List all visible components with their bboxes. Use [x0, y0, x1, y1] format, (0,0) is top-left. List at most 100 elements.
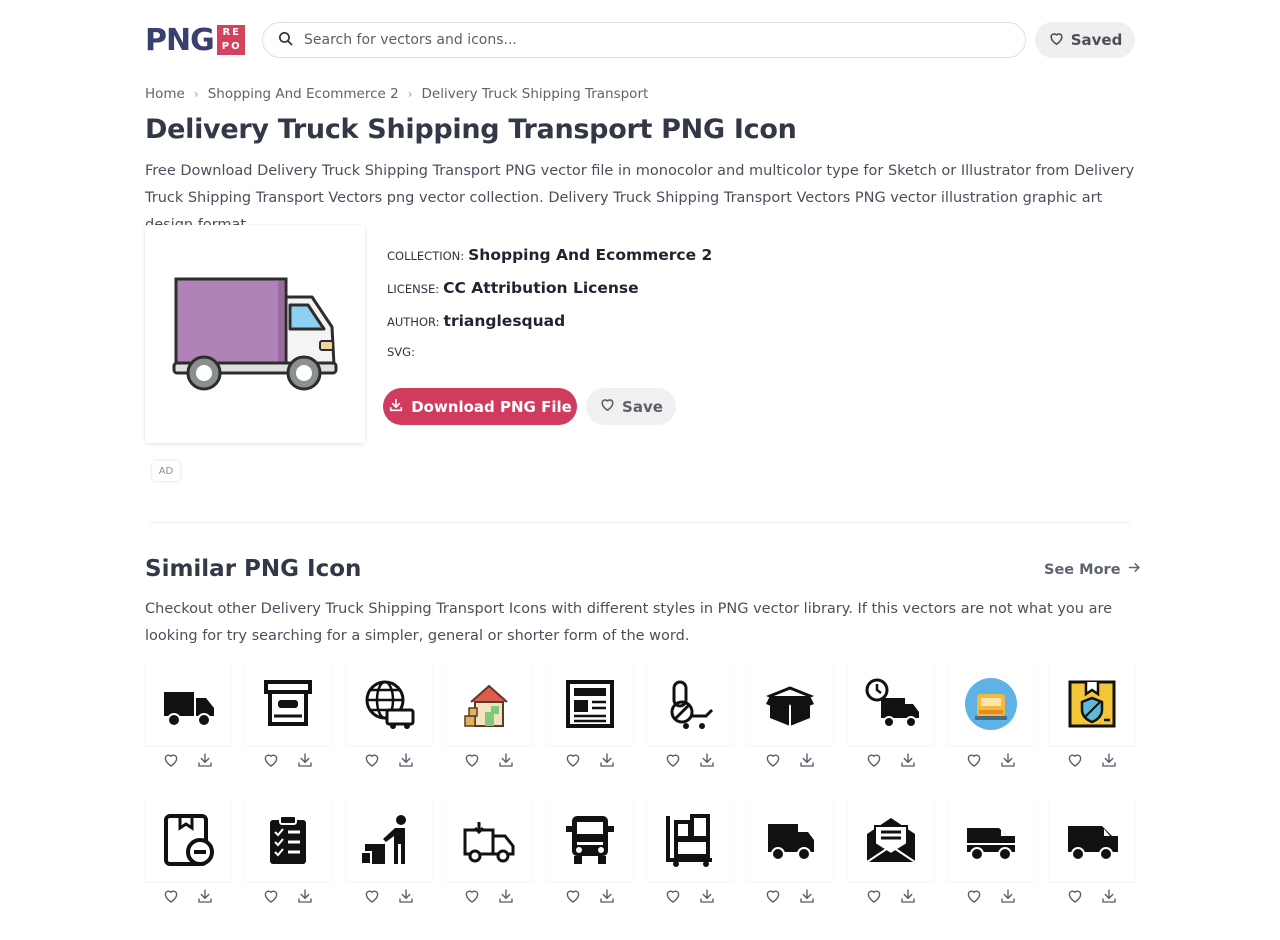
- similar-icon-image[interactable]: [747, 799, 834, 881]
- warehouse-cart-icon: [666, 814, 712, 867]
- heart-icon[interactable]: [254, 887, 288, 905]
- download-icon[interactable]: [590, 751, 624, 769]
- similar-icon-tile[interactable]: [446, 663, 533, 769]
- similar-icon-tile[interactable]: [948, 663, 1035, 769]
- similar-icon-tile[interactable]: [245, 663, 332, 769]
- download-icon[interactable]: [288, 887, 322, 905]
- heart-icon[interactable]: [656, 751, 690, 769]
- heart-icon[interactable]: [756, 887, 790, 905]
- heart-icon[interactable]: [154, 887, 188, 905]
- download-icon[interactable]: [1092, 887, 1126, 905]
- download-icon[interactable]: [188, 751, 222, 769]
- download-icon[interactable]: [489, 887, 523, 905]
- download-icon[interactable]: [288, 751, 322, 769]
- save-button[interactable]: Save: [586, 388, 676, 425]
- author-link[interactable]: trianglesquad: [444, 312, 566, 330]
- similar-icon-image[interactable]: [847, 799, 934, 881]
- download-png-button[interactable]: Download PNG File: [383, 388, 577, 425]
- download-icon[interactable]: [991, 751, 1025, 769]
- similar-description: Checkout other Delivery Truck Shipping T…: [145, 601, 1113, 644]
- similar-icon-image[interactable]: [847, 663, 934, 745]
- similar-icon-tile[interactable]: [1048, 799, 1135, 905]
- similar-icon-image[interactable]: [345, 799, 432, 881]
- heart-icon[interactable]: [1058, 751, 1092, 769]
- similar-icon-tile[interactable]: [446, 799, 533, 905]
- saved-button[interactable]: Saved: [1035, 22, 1135, 58]
- see-more-link[interactable]: See More: [1044, 560, 1142, 579]
- heart-icon[interactable]: [355, 751, 389, 769]
- similar-icon-tile[interactable]: [345, 799, 432, 905]
- truck-front-icon: [565, 816, 614, 864]
- heart-icon[interactable]: [957, 887, 991, 905]
- download-icon[interactable]: [891, 751, 925, 769]
- similar-icon-tile[interactable]: [245, 799, 332, 905]
- similar-icon-image[interactable]: [1048, 799, 1135, 881]
- download-icon[interactable]: [389, 751, 423, 769]
- similar-icon-image[interactable]: [245, 663, 332, 745]
- similar-icon-image[interactable]: [546, 663, 633, 745]
- heart-icon[interactable]: [455, 751, 489, 769]
- download-icon[interactable]: [389, 887, 423, 905]
- heart-icon[interactable]: [355, 887, 389, 905]
- similar-icon-image[interactable]: [446, 799, 533, 881]
- site-header: PNG RE PO Saved: [145, 20, 1135, 60]
- similar-icon-tile[interactable]: [847, 799, 934, 905]
- download-icon[interactable]: [690, 887, 724, 905]
- similar-icon-image[interactable]: [647, 663, 733, 745]
- search-bar[interactable]: [262, 22, 1026, 58]
- heart-icon[interactable]: [254, 751, 288, 769]
- similar-icon-tile[interactable]: [647, 663, 733, 769]
- download-icon[interactable]: [991, 887, 1025, 905]
- action-buttons: Download PNG File Save: [383, 388, 676, 425]
- similar-icon-image[interactable]: [1048, 663, 1135, 745]
- similar-icon-tile[interactable]: [546, 663, 633, 769]
- download-icon[interactable]: [891, 887, 925, 905]
- breadcrumb-home[interactable]: Home: [145, 86, 185, 102]
- similar-icon-tile[interactable]: [747, 663, 834, 769]
- license-link[interactable]: CC Attribution License: [443, 279, 639, 297]
- search-input[interactable]: [304, 32, 984, 48]
- heart-icon[interactable]: [857, 887, 891, 905]
- similar-icon-image[interactable]: [948, 799, 1035, 881]
- breadcrumb-current[interactable]: Delivery Truck Shipping Transport: [422, 86, 649, 102]
- breadcrumb-collection[interactable]: Shopping And Ecommerce 2: [208, 86, 399, 102]
- similar-icon-image[interactable]: [948, 663, 1035, 745]
- similar-icon-image[interactable]: [145, 799, 231, 881]
- download-icon[interactable]: [790, 887, 824, 905]
- similar-icon-image[interactable]: [747, 663, 834, 745]
- heart-icon[interactable]: [455, 887, 489, 905]
- similar-icon-tile[interactable]: [847, 663, 934, 769]
- similar-icon-tile[interactable]: [145, 663, 231, 769]
- download-icon[interactable]: [188, 887, 222, 905]
- delivery-truck-icon: [172, 277, 338, 391]
- tile-actions: [547, 751, 633, 769]
- heart-icon[interactable]: [857, 751, 891, 769]
- heart-icon[interactable]: [556, 887, 590, 905]
- similar-icon-image[interactable]: [446, 663, 533, 745]
- heart-icon[interactable]: [154, 751, 188, 769]
- similar-icon-tile[interactable]: [1048, 663, 1135, 769]
- similar-icon-tile[interactable]: [747, 799, 834, 905]
- download-icon[interactable]: [1092, 751, 1126, 769]
- download-icon[interactable]: [690, 751, 724, 769]
- similar-icon-image[interactable]: [345, 663, 432, 745]
- download-icon[interactable]: [489, 751, 523, 769]
- heart-icon[interactable]: [1058, 887, 1092, 905]
- site-logo[interactable]: PNG RE PO: [145, 23, 245, 58]
- similar-icon-image[interactable]: [546, 799, 633, 881]
- similar-icon-image[interactable]: [647, 799, 733, 881]
- download-icon[interactable]: [590, 887, 624, 905]
- heart-icon[interactable]: [556, 751, 590, 769]
- collection-link[interactable]: Shopping And Ecommerce 2: [468, 246, 712, 264]
- heart-icon[interactable]: [957, 751, 991, 769]
- similar-icon-tile[interactable]: [345, 663, 432, 769]
- heart-icon[interactable]: [656, 887, 690, 905]
- similar-icon-tile[interactable]: [145, 799, 231, 905]
- heart-icon[interactable]: [756, 751, 790, 769]
- similar-icon-image[interactable]: [145, 663, 231, 745]
- download-icon[interactable]: [790, 751, 824, 769]
- similar-icon-tile[interactable]: [948, 799, 1035, 905]
- similar-icon-tile[interactable]: [647, 799, 733, 905]
- similar-icon-image[interactable]: [245, 799, 332, 881]
- similar-icon-tile[interactable]: [546, 799, 633, 905]
